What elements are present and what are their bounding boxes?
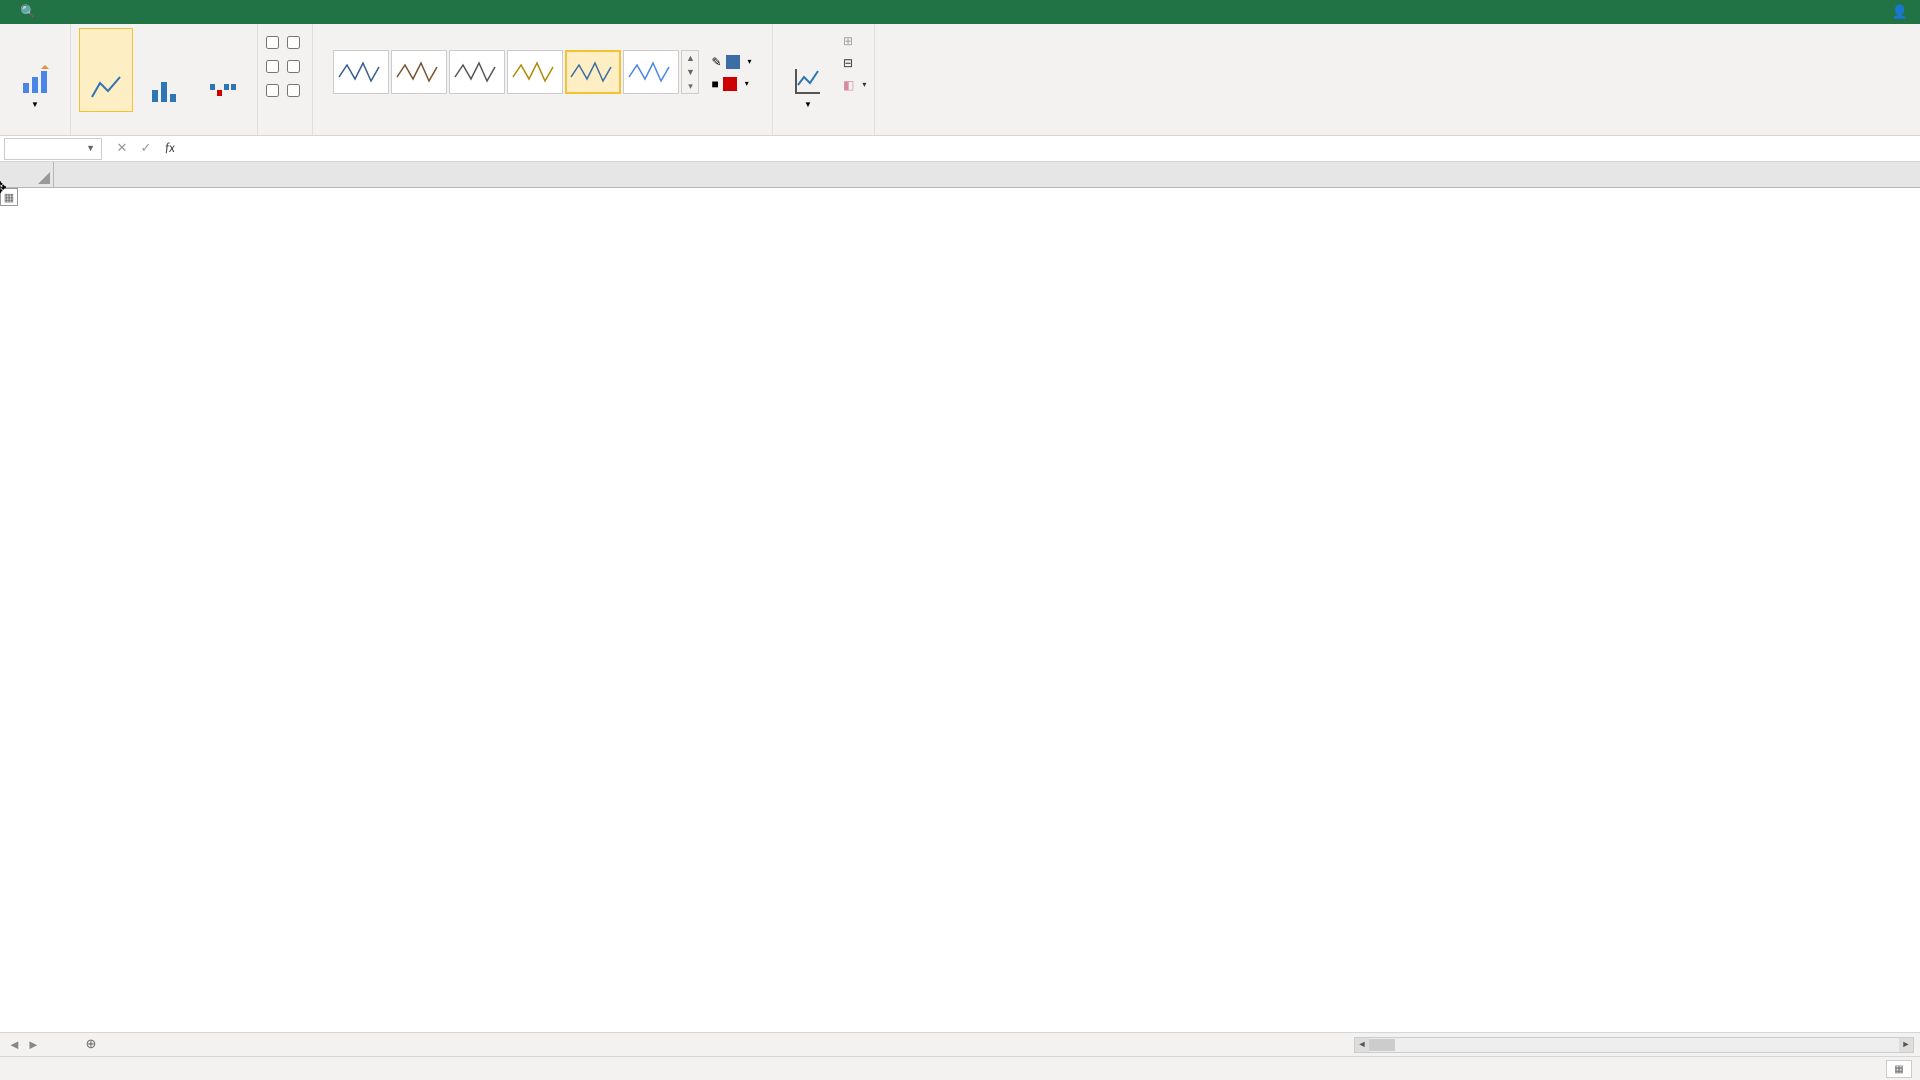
eraser-icon: ◧ (843, 78, 854, 93)
group-style: ▲▼▾ ✎ ▾ ■ ▾ (313, 24, 773, 135)
group-type (71, 24, 258, 135)
ungroup-icon: ⊟ (843, 56, 853, 71)
group-group: ▼ ⊞ ⊟ ◧ ▾ (773, 24, 875, 135)
winloss-icon (206, 74, 238, 106)
group-icon: ⊞ (843, 34, 853, 49)
chevron-down-icon[interactable]: ▼ (86, 143, 95, 154)
status-bar: ▦ (0, 1056, 1920, 1080)
quick-analysis-button[interactable]: ▦ (0, 188, 18, 206)
type-winloss-button[interactable] (195, 28, 249, 112)
ribbon: ▼ (0, 24, 1920, 136)
fx-button[interactable]: fx (158, 138, 182, 160)
add-sheet-button[interactable]: ⊕ (80, 1037, 102, 1052)
grid-area[interactable]: ▦ ✥ (0, 162, 1920, 1032)
share-icon: 👤 (1892, 5, 1908, 20)
style-gallery: ▲▼▾ (333, 50, 699, 94)
chk-first[interactable] (287, 30, 304, 54)
style-6[interactable] (623, 50, 679, 94)
chk-markers[interactable] (287, 78, 304, 102)
chk-last[interactable] (287, 54, 304, 78)
cancel-formula-button[interactable]: ✕ (110, 138, 134, 160)
group-sparkline: ▼ (0, 24, 71, 135)
group-show (258, 24, 313, 135)
marker-icon: ■ (711, 77, 718, 92)
share-button[interactable]: 👤 (1892, 5, 1912, 20)
axis-icon (792, 65, 824, 97)
chk-low[interactable] (266, 54, 283, 78)
group-button: ⊞ (843, 30, 866, 52)
style-5[interactable] (565, 50, 621, 94)
chevron-down-icon: ▼ (804, 101, 812, 110)
style-2[interactable] (391, 50, 447, 94)
sparkline-2019 (0, 188, 300, 338)
titlebar: 🔍 👤 (0, 0, 1920, 24)
search-icon: 🔍 (20, 5, 36, 20)
tell-me-search[interactable]: 🔍 (20, 5, 40, 20)
sparkline-2017 (0, 188, 300, 338)
chevron-down-icon: ▼ (31, 101, 39, 110)
ungroup-button[interactable]: ⊟ (843, 52, 866, 74)
chk-high[interactable] (266, 30, 283, 54)
view-normal-button[interactable]: ▦ (1886, 1060, 1912, 1078)
style-4[interactable] (507, 50, 563, 94)
sheet-tab-bar: ◄► ⊕ ◄► (0, 1032, 1920, 1056)
style-1[interactable] (333, 50, 389, 94)
formula-input[interactable] (186, 138, 1920, 160)
type-line-button[interactable] (79, 28, 133, 112)
formula-bar: ▼ ✕ ✓ fx (0, 136, 1920, 162)
style-3[interactable] (449, 50, 505, 94)
chk-neg[interactable] (266, 78, 283, 102)
sparkline-2018 (0, 188, 300, 338)
clear-button[interactable]: ◧ ▾ (843, 74, 866, 96)
marker-color-button[interactable]: ■ ▾ (711, 73, 751, 95)
name-box[interactable]: ▼ (4, 138, 102, 160)
edit-data-button[interactable]: ▼ (8, 28, 62, 112)
select-all-corner[interactable] (0, 162, 54, 187)
sparkline-color-button[interactable]: ✎ ▾ (711, 51, 751, 73)
column-icon (148, 74, 180, 106)
axis-button[interactable]: ▼ (781, 28, 835, 112)
sheet-nav[interactable]: ◄► (0, 1037, 80, 1053)
pen-icon: ✎ (711, 55, 721, 70)
line-icon (90, 73, 122, 105)
style-more[interactable]: ▲▼▾ (681, 50, 699, 94)
horizontal-scrollbar[interactable]: ◄► (1354, 1037, 1914, 1053)
type-column-button[interactable] (137, 28, 191, 112)
edit-data-icon (19, 65, 51, 97)
accept-formula-button[interactable]: ✓ (134, 138, 158, 160)
